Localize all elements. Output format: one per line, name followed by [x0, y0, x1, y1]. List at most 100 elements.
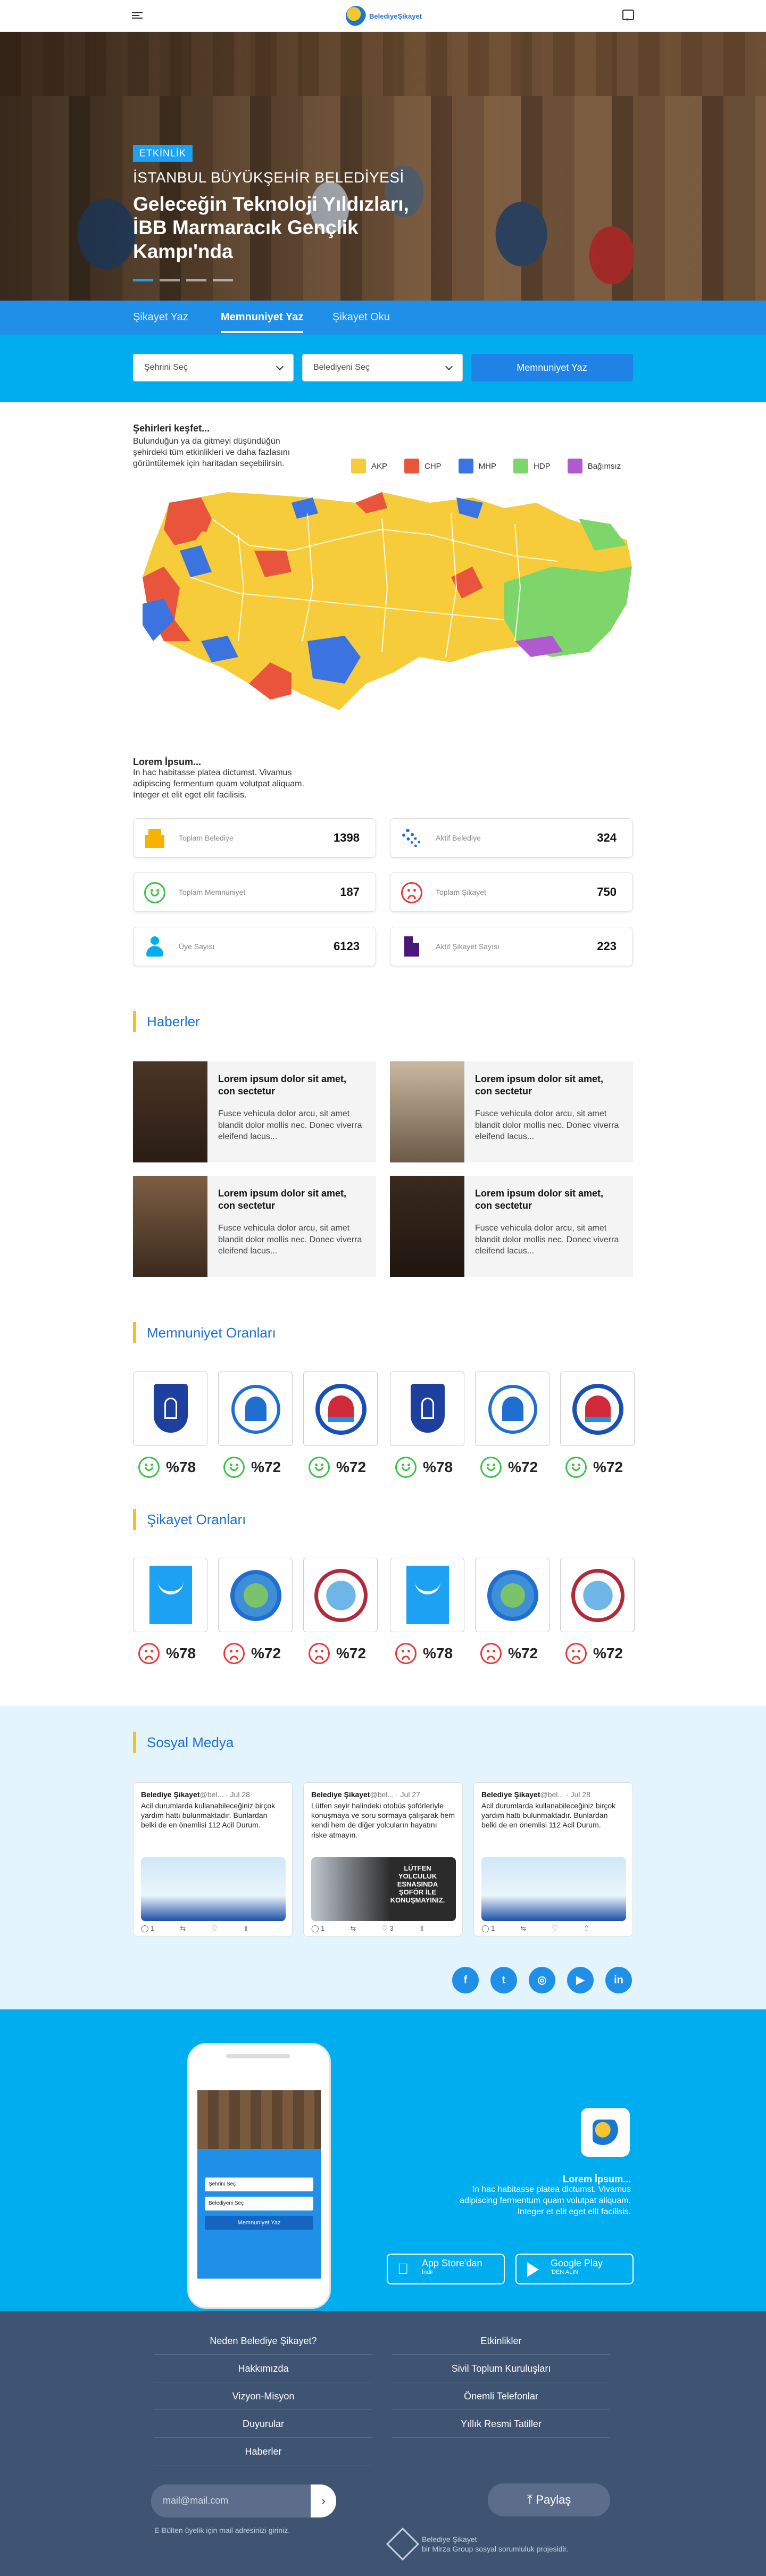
footer-link[interactable]: Vizyon-Misyon — [154, 2382, 372, 2410]
news-card[interactable]: Lorem ipsum dolor sit amet, con sectetur… — [133, 1176, 376, 1277]
youtube-icon[interactable]: ▶ — [567, 1967, 594, 1993]
hamburger-menu-icon[interactable] — [132, 11, 143, 20]
news-title[interactable]: Lorem ipsum dolor sit amet, con sectetur — [475, 1073, 619, 1097]
tweet-image[interactable] — [141, 1857, 286, 1921]
tweet-separator: · — [223, 1790, 230, 1799]
social-section-title: Sosyal Medya — [133, 1732, 234, 1753]
tweet-date: Jul 28 — [570, 1790, 590, 1799]
map-description: Bulunduğun ya da gitmeyi düşündüğün şehi… — [133, 437, 290, 468]
tweet-author[interactable]: Belediye Şikayet — [141, 1790, 200, 1799]
retweet-icon[interactable]: ⇆ — [520, 1924, 526, 1933]
municipality-select[interactable]: Belediyeni Seç — [302, 354, 463, 381]
tweet-image[interactable]: LÜTFEN YOLCULUK ESNASINDA ŞOFÖR İLE KONU… — [311, 1857, 456, 1921]
like-icon[interactable]: ♡ — [211, 1924, 218, 1933]
mersin-logo[interactable] — [560, 1372, 635, 1446]
building-icon — [144, 828, 165, 849]
tab-sikayet-yaz[interactable]: Şikayet Yaz — [133, 311, 188, 323]
turkey-map[interactable] — [132, 481, 637, 721]
tweet-card[interactable]: Belediye Şikayet@bel... · Jul 28 Acil dur… — [133, 1782, 293, 1937]
footer-link[interactable]: Neden Belediye Şikayet? — [154, 2327, 372, 2355]
google-play-icon — [527, 2262, 539, 2277]
tweet-card[interactable]: Belediye Şikayet@bel... · Jul 28 Acil dur… — [473, 1782, 633, 1937]
legend-swatch — [513, 459, 529, 473]
ibb-logo[interactable] — [218, 1372, 293, 1446]
reply-icon[interactable]: ◯ 1 — [481, 1924, 495, 1933]
tweet-actions: ◯ 1 ⇆ ♡ ⇧ — [481, 1924, 589, 1933]
retweet-icon[interactable]: ⇆ — [180, 1924, 186, 1933]
twitter-icon[interactable]: t — [490, 1967, 517, 1993]
gears-icon — [401, 828, 422, 849]
share-tweet-icon[interactable]: ⇧ — [584, 1924, 589, 1933]
google-play-button[interactable]: Google Play 'DEN ALIN — [515, 2254, 634, 2284]
dilovasi-logo[interactable] — [303, 1558, 378, 1632]
newsletter-email-input[interactable]: mail@mail.com — [151, 2484, 311, 2517]
carousel-dot[interactable] — [186, 279, 206, 281]
facebook-icon[interactable]: f — [452, 1967, 479, 1993]
footer-link[interactable]: Önemli Telefonlar — [392, 2382, 610, 2410]
news-card[interactable]: Lorem ipsum dolor sit amet, con sectetur… — [390, 1061, 633, 1162]
footer-link[interactable]: Hakkımızda — [154, 2355, 372, 2382]
rate-value: %78 — [423, 1645, 453, 1661]
linkedin-icon[interactable]: in — [605, 1967, 632, 1993]
rate-value: %72 — [336, 1459, 367, 1475]
mersin-logo[interactable] — [303, 1372, 378, 1446]
footer-link[interactable]: Yıllık Resmi Tatiller — [392, 2410, 610, 2438]
hero-title[interactable]: Geleceğin Teknoloji Yıldızları, İBB Marm… — [133, 193, 410, 263]
news-title[interactable]: Lorem ipsum dolor sit amet, con sectetur — [475, 1187, 619, 1211]
legend-item: MHP — [458, 459, 496, 473]
carousel-dot[interactable] — [133, 279, 153, 281]
aliaga-logo[interactable] — [390, 1558, 464, 1632]
tweet-actions: ◯ 1 ⇆ ♡ 3 ⇧ — [311, 1924, 425, 1933]
aliaga-logo[interactable] — [133, 1558, 207, 1632]
footer-link[interactable]: Etkinlikler — [392, 2327, 610, 2355]
complaint-rate: %72 — [223, 1643, 281, 1664]
happy-face-icon — [223, 1457, 245, 1478]
like-icon[interactable]: ♡ — [552, 1924, 558, 1933]
round-municipality-logo[interactable] — [218, 1558, 293, 1632]
reply-count: 1 — [151, 1924, 155, 1932]
news-card[interactable]: Lorem ipsum dolor sit amet, con sectetur… — [133, 1061, 376, 1162]
news-image[interactable] — [390, 1061, 464, 1162]
share-tweet-icon[interactable]: ⇧ — [419, 1924, 425, 1933]
carousel-dot[interactable] — [160, 279, 180, 281]
legend-label: HDP — [534, 461, 551, 471]
share-button[interactable]: ⤒ Paylaş — [488, 2483, 610, 2516]
news-card[interactable]: Lorem ipsum dolor sit amet, con sectetur… — [390, 1176, 633, 1277]
footer-link[interactable]: Haberler — [154, 2438, 372, 2465]
reply-icon[interactable]: ◯ 1 — [311, 1924, 324, 1933]
share-tweet-icon[interactable]: ⇧ — [243, 1924, 249, 1933]
ankara-logo[interactable] — [133, 1372, 207, 1446]
tweet-author[interactable]: Belediye Şikayet — [311, 1790, 370, 1799]
tweet-header: Belediye Şikayet@bel... · Jul 28 — [481, 1790, 590, 1799]
retweet-icon[interactable]: ⇆ — [350, 1924, 356, 1933]
tab-memnuniyet-yaz[interactable]: Memnuniyet Yaz — [221, 311, 304, 333]
rate-value: %78 — [166, 1459, 196, 1475]
carousel-dot[interactable] — [213, 279, 233, 281]
news-title[interactable]: Lorem ipsum dolor sit amet, con sectetur — [218, 1187, 362, 1211]
tweet-image[interactable] — [481, 1857, 626, 1921]
instagram-icon[interactable]: ◎ — [529, 1967, 555, 1993]
news-image[interactable] — [390, 1176, 464, 1277]
news-image[interactable] — [133, 1061, 207, 1162]
app-store-button[interactable]:  App Store'danİndir — [387, 2254, 505, 2284]
site-logo[interactable]: BelediyeŞikayet — [346, 5, 422, 27]
footer-link[interactable]: Sivil Toplum Kuruluşları — [392, 2355, 610, 2382]
memnuniyet-yaz-button[interactable]: Memnuniyet Yaz — [471, 354, 633, 381]
ankara-logo[interactable] — [390, 1372, 464, 1446]
chat-icon[interactable] — [622, 10, 634, 21]
like-icon[interactable]: ♡ 3 — [381, 1924, 394, 1933]
tweet-text: Acil durumlarda kullanabileceğiniz birço… — [141, 1801, 276, 1830]
news-image[interactable] — [133, 1176, 207, 1277]
city-select[interactable]: Şehrini Seç — [133, 354, 294, 381]
news-title[interactable]: Lorem ipsum dolor sit amet, con sectetur — [218, 1073, 362, 1097]
dilovasi-logo[interactable] — [560, 1558, 635, 1632]
ibb-logo[interactable] — [475, 1372, 549, 1446]
tweet-author[interactable]: Belediye Şikayet — [481, 1790, 540, 1799]
tab-sikayet-oku[interactable]: Şikayet Oku — [332, 311, 390, 323]
reply-icon[interactable]: ◯ 1 — [141, 1924, 154, 1933]
stat-value: 187 — [340, 885, 360, 899]
footer-link[interactable]: Duyurular — [154, 2410, 372, 2438]
tweet-card[interactable]: Belediye Şikayet@bel... · Jul 27 Lütfen s… — [303, 1782, 463, 1937]
round-municipality-logo[interactable] — [475, 1558, 549, 1632]
legend-swatch — [404, 459, 420, 473]
